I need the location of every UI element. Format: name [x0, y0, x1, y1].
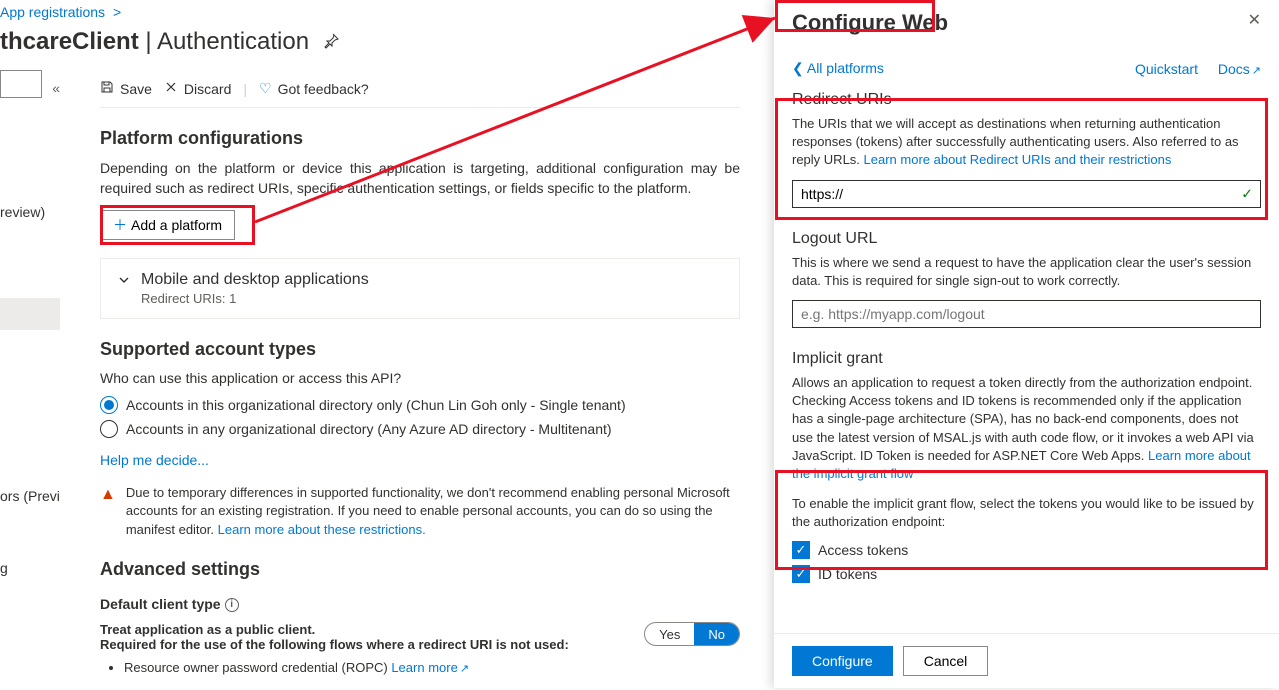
treat-public-client-label: Treat application as a public client.: [100, 622, 569, 637]
redirect-uris-desc: The URIs that we will accept as destinat…: [792, 115, 1261, 170]
toolbar: Save Discard | ♡ Got feedback?: [100, 80, 740, 108]
account-types-heading: Supported account types: [100, 339, 740, 360]
left-nav: « review) ors (Preview) g: [0, 70, 60, 690]
nav-item[interactable]: ors (Preview): [0, 480, 60, 512]
logout-url-desc: This is where we send a request to have …: [792, 254, 1261, 290]
checkmark-icon: ✓: [1241, 185, 1253, 202]
radio-label: Accounts in this organizational director…: [126, 397, 626, 413]
expander-subtitle: Redirect URIs: 1: [141, 291, 369, 306]
breadcrumb-separator: >: [113, 4, 121, 20]
toggle-yes: Yes: [645, 623, 694, 645]
heart-icon: ♡: [259, 80, 272, 97]
advanced-settings-heading: Advanced settings: [100, 559, 740, 580]
flow-bullet: Resource owner password credential (ROPC…: [124, 660, 740, 675]
app-name: thcareClient: [0, 28, 139, 55]
account-types-question: Who can use this application or access t…: [100, 370, 740, 386]
implicit-grant-heading: Implicit grant: [792, 350, 1261, 368]
collapse-icon[interactable]: «: [52, 80, 60, 96]
warning-icon: ▲: [100, 484, 116, 539]
discard-label: Discard: [184, 81, 231, 97]
breadcrumb-link[interactable]: App registrations: [0, 4, 105, 20]
redirect-uri-input[interactable]: [792, 180, 1261, 208]
nav-item-selected[interactable]: [0, 298, 60, 330]
default-client-type-label: Default client typei: [100, 596, 740, 612]
warning-box: ▲ Due to temporary differences in suppor…: [100, 484, 740, 539]
implicit-grant-desc: Allows an application to request a token…: [792, 374, 1261, 483]
panel-title: Configure Web: [792, 10, 948, 36]
nav-item[interactable]: g: [0, 552, 60, 584]
warning-link[interactable]: Learn more about these restrictions.: [218, 522, 426, 537]
plus-icon: ＋: [113, 215, 127, 235]
required-flows-label: Required for the use of the following fl…: [100, 637, 569, 652]
id-tokens-checkbox[interactable]: ✓ ID tokens: [792, 565, 1261, 583]
toggle-no: No: [694, 623, 739, 645]
platform-expander[interactable]: Mobile and desktop applications Redirect…: [100, 258, 740, 319]
back-all-platforms[interactable]: ❮ All platforms: [792, 60, 884, 77]
platform-config-heading: Platform configurations: [100, 128, 740, 149]
left-search-input[interactable]: [0, 70, 42, 98]
radio-label: Accounts in any organizational directory…: [126, 421, 612, 437]
discard-button[interactable]: Discard: [164, 80, 231, 97]
page-subtitle: Authentication: [157, 28, 309, 55]
docs-link[interactable]: Docs↗: [1218, 61, 1261, 77]
access-tokens-checkbox[interactable]: ✓ Access tokens: [792, 541, 1261, 559]
main-content: Save Discard | ♡ Got feedback? Platform …: [100, 80, 740, 675]
account-option-multitenant[interactable]: Accounts in any organizational directory…: [100, 420, 740, 438]
checkbox-checked-icon: ✓: [792, 541, 810, 559]
learn-more-link[interactable]: Learn more↗: [391, 660, 469, 675]
configure-web-panel: Configure Web ✕ ❮ All platforms Quicksta…: [774, 0, 1279, 688]
redirect-learn-more-link[interactable]: Learn more about Redirect URIs and their…: [864, 152, 1172, 167]
account-option-single-tenant[interactable]: Accounts in this organizational director…: [100, 396, 740, 414]
external-link-icon: ↗: [1252, 65, 1261, 77]
platform-config-desc: Depending on the platform or device this…: [100, 159, 740, 198]
warning-text: Due to temporary differences in supporte…: [126, 485, 730, 536]
checkbox-label: ID tokens: [818, 566, 877, 582]
add-platform-button[interactable]: ＋ Add a platform: [100, 210, 235, 240]
expander-title: Mobile and desktop applications: [141, 271, 369, 289]
page-title: thcareClient | Authentication: [0, 28, 309, 56]
cancel-button[interactable]: Cancel: [903, 646, 989, 676]
logout-url-input[interactable]: [792, 300, 1261, 328]
quickstart-link[interactable]: Quickstart: [1135, 61, 1198, 77]
nav-item[interactable]: review): [0, 196, 60, 228]
public-client-toggle[interactable]: Yes No: [644, 622, 740, 646]
feedback-label: Got feedback?: [278, 81, 369, 97]
save-button[interactable]: Save: [100, 80, 152, 97]
checkbox-checked-icon: ✓: [792, 565, 810, 583]
checkbox-label: Access tokens: [818, 542, 908, 558]
radio-icon: [100, 420, 118, 438]
discard-icon: [164, 80, 178, 97]
save-icon: [100, 80, 114, 97]
logout-url-heading: Logout URL: [792, 230, 1261, 248]
toolbar-separator: |: [243, 81, 247, 97]
configure-button[interactable]: Configure: [792, 646, 893, 676]
save-label: Save: [120, 81, 152, 97]
info-icon[interactable]: i: [225, 598, 239, 612]
close-icon[interactable]: ✕: [1248, 10, 1261, 30]
radio-icon: [100, 396, 118, 414]
implicit-enable-text: To enable the implicit grant flow, selec…: [792, 495, 1261, 531]
external-link-icon: ↗: [460, 663, 469, 675]
chevron-down-icon: [117, 273, 131, 290]
pin-icon[interactable]: [323, 33, 339, 52]
feedback-button[interactable]: ♡ Got feedback?: [259, 80, 369, 97]
redirect-uris-heading: Redirect URIs: [792, 91, 1261, 109]
add-platform-label: Add a platform: [131, 217, 222, 233]
help-me-decide-link[interactable]: Help me decide...: [100, 452, 209, 468]
